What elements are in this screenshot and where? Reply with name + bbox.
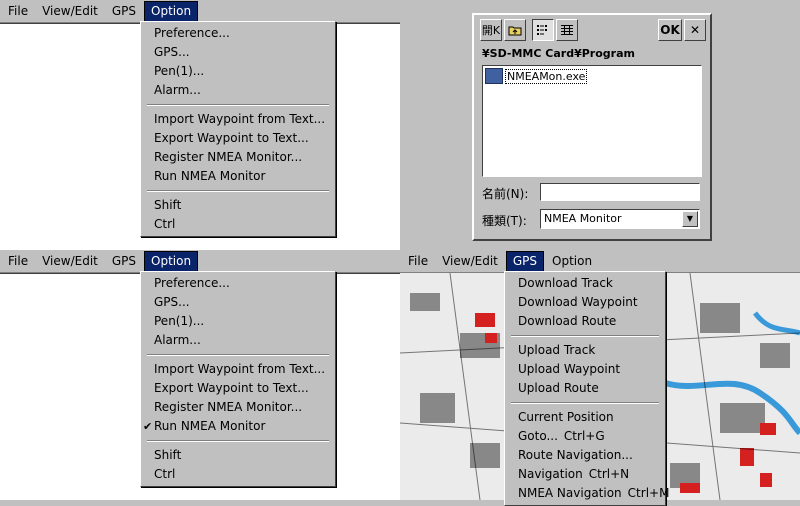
menu-item-download-waypoint[interactable]: Download Waypoint (505, 293, 665, 312)
type-select-value: NMEA Monitor (544, 212, 622, 225)
menu-item-run-nmea[interactable]: Run NMEA Monitor (141, 167, 335, 186)
chevron-down-icon[interactable]: ▼ (682, 211, 698, 227)
menu-item-pen[interactable]: Pen(1)... (141, 312, 335, 331)
menu-item-shift[interactable]: Shift (141, 446, 335, 465)
menu-item-register-nmea[interactable]: Register NMEA Monitor... (141, 148, 335, 167)
file-name: NMEAMon.exe (505, 68, 588, 84)
menu-view-edit[interactable]: View/Edit (436, 252, 504, 271)
option-menu: Preference... GPS... Pen(1)... Alarm... … (140, 271, 336, 487)
checkmark-icon: ✔ (143, 420, 153, 433)
open-button[interactable]: 開K (480, 19, 502, 41)
menu-separator (511, 335, 659, 337)
menu-view-edit[interactable]: View/Edit (36, 252, 104, 271)
menu-shortcut: Ctrl+M (627, 486, 670, 500)
dialog-toolbar: 開K OK ✕ (480, 19, 706, 43)
file-list[interactable]: NMEAMon.exe (482, 65, 702, 177)
menu-separator (147, 104, 329, 106)
menu-item-label: Goto... (518, 429, 558, 443)
menu-item-nmea-navigation[interactable]: NMEA Navigation Ctrl+M (505, 484, 669, 503)
close-icon[interactable]: ✕ (684, 19, 706, 41)
menu-separator (147, 354, 329, 356)
list-view-icon[interactable] (532, 19, 554, 41)
menu-file[interactable]: File (2, 2, 34, 21)
menu-item-gps[interactable]: GPS... (141, 43, 335, 62)
menu-item-download-track[interactable]: Download Track (505, 274, 665, 293)
menu-item-goto[interactable]: Goto... Ctrl+G (505, 427, 665, 446)
menu-item-alarm[interactable]: Alarm... (141, 81, 335, 100)
menubar: File View/Edit GPS Option (0, 250, 400, 273)
menu-shortcut: Ctrl+G (563, 429, 605, 443)
menu-item-label: NMEA Navigation (518, 486, 622, 500)
menu-item-import-waypoint[interactable]: Import Waypoint from Text... (141, 110, 335, 129)
menu-option[interactable]: Option (144, 250, 199, 272)
menu-file[interactable]: File (2, 252, 34, 271)
gps-menu: Download Track Download Waypoint Downloa… (504, 271, 669, 506)
menu-shortcut: Ctrl+N (588, 467, 630, 481)
menu-item-run-nmea[interactable]: ✔ Run NMEA Monitor (141, 417, 335, 436)
file-open-dialog: 開K OK ✕ ¥SD-MMC Card¥Program NMEAMon.exe… (472, 13, 712, 241)
menu-option[interactable]: Option (546, 252, 598, 271)
menu-gps[interactable]: GPS (106, 2, 142, 21)
name-label: 名前(N): (482, 187, 529, 201)
menu-item-preference[interactable]: Preference... (141, 24, 335, 43)
menu-item-import-waypoint[interactable]: Import Waypoint from Text... (141, 360, 335, 379)
menu-item-ctrl[interactable]: Ctrl (141, 465, 335, 484)
menu-separator (147, 190, 329, 192)
detail-view-icon[interactable] (556, 19, 578, 41)
menu-item-label: Navigation (518, 467, 583, 481)
menu-item-alarm[interactable]: Alarm... (141, 331, 335, 350)
menu-item-register-nmea[interactable]: Register NMEA Monitor... (141, 398, 335, 417)
exe-file-icon (485, 68, 503, 84)
menu-separator (147, 440, 329, 442)
menu-item-upload-route[interactable]: Upload Route (505, 379, 665, 398)
menu-option[interactable]: Option (144, 0, 199, 22)
up-folder-icon[interactable] (504, 19, 526, 41)
menubar: File View/Edit GPS Option (400, 250, 800, 273)
type-select[interactable]: NMEA Monitor ▼ (540, 209, 700, 229)
menu-item-export-waypoint[interactable]: Export Waypoint to Text... (141, 379, 335, 398)
option-menu: Preference... GPS... Pen(1)... Alarm... … (140, 21, 336, 237)
menu-gps[interactable]: GPS (106, 252, 142, 271)
menu-item-navigation[interactable]: Navigation Ctrl+N (505, 465, 665, 484)
menu-item-upload-waypoint[interactable]: Upload Waypoint (505, 360, 665, 379)
menu-item-label: Run NMEA Monitor (154, 419, 266, 433)
menu-item-ctrl[interactable]: Ctrl (141, 215, 335, 234)
menu-item-download-route[interactable]: Download Route (505, 312, 665, 331)
menu-item-pen[interactable]: Pen(1)... (141, 62, 335, 81)
current-path: ¥SD-MMC Card¥Program (482, 47, 700, 63)
menubar: File View/Edit GPS Option (0, 0, 400, 23)
list-item[interactable]: NMEAMon.exe (485, 68, 588, 84)
menu-item-route-navigation[interactable]: Route Navigation... (505, 446, 665, 465)
menu-item-preference[interactable]: Preference... (141, 274, 335, 293)
menu-item-shift[interactable]: Shift (141, 196, 335, 215)
menu-item-gps[interactable]: GPS... (141, 293, 335, 312)
menu-view-edit[interactable]: View/Edit (36, 2, 104, 21)
menu-item-export-waypoint[interactable]: Export Waypoint to Text... (141, 129, 335, 148)
menu-gps[interactable]: GPS (505, 250, 545, 272)
name-input[interactable] (540, 183, 700, 201)
menu-item-current-position[interactable]: Current Position (505, 408, 665, 427)
type-label: 種類(T): (482, 214, 527, 228)
menu-item-upload-track[interactable]: Upload Track (505, 341, 665, 360)
menu-separator (511, 402, 659, 404)
ok-button[interactable]: OK (658, 19, 682, 41)
menu-file[interactable]: File (402, 252, 434, 271)
